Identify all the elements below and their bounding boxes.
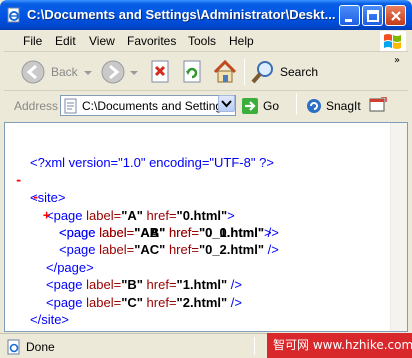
xml-close-page: </page> — [46, 259, 94, 275]
go-label: Go — [263, 99, 280, 113]
address-label: Address — [14, 99, 59, 113]
back-label: Back — [51, 65, 78, 79]
menu-edit[interactable]: Edit — [55, 34, 76, 48]
maximize-icon — [367, 10, 379, 22]
menu-bar: File Edit View Favorites Tools Help — [4, 30, 408, 52]
folder-page-icon — [64, 98, 77, 114]
menu-view[interactable]: View — [89, 34, 115, 48]
forward-arrow-icon — [101, 60, 125, 84]
xml-node-page: + <page label="AA" href="0_0.html"> — [43, 207, 272, 240]
xml-node-page: <page label="AC" href="0_2.html" /> — [59, 242, 279, 258]
xml-close-site: </site> — [30, 311, 70, 327]
maximize-button[interactable] — [362, 5, 383, 26]
toolbar-overflow-icon[interactable]: » — [394, 55, 400, 66]
back-button[interactable]: Back — [20, 57, 92, 87]
collapse-toggle[interactable]: - — [32, 189, 39, 206]
xml-node-page: <page label="B" href="1.html" /> — [46, 277, 242, 293]
search-button[interactable]: Search — [250, 57, 320, 87]
stop-icon — [151, 60, 169, 83]
refresh-icon — [183, 60, 201, 83]
page-done-icon — [7, 339, 20, 355]
xml-tree: <?xml version="1.0" encoding="UTF-8" ?> … — [5, 137, 279, 327]
address-dropdown-button[interactable] — [218, 95, 235, 112]
xml-node-page: - <page label="A" href="0.html"> — [32, 190, 235, 223]
search-label: Search — [280, 65, 319, 79]
minimize-button[interactable] — [339, 5, 360, 26]
close-button[interactable] — [385, 5, 406, 26]
window-title: C:\Documents and Settings\Administrator\… — [27, 7, 336, 22]
close-icon — [391, 11, 401, 21]
ie-page-icon — [7, 7, 20, 23]
watermark-banner: 智可网 www.hzhike.com — [267, 333, 412, 358]
chevron-down-icon — [130, 71, 138, 75]
status-text: Done — [26, 340, 55, 354]
home-icon — [213, 59, 237, 83]
stop-button[interactable] — [149, 57, 173, 87]
search-icon — [251, 61, 273, 84]
xml-node-site: - <site> — [15, 172, 66, 206]
address-bar: Address C:\Documents and Settings Go Sna… — [4, 93, 408, 119]
xml-node-page: <page label="C" href="2.html" /> — [46, 294, 242, 310]
standard-toolbar: Back Search » — [4, 53, 408, 91]
menu-help[interactable]: Help — [229, 34, 254, 48]
xml-document-view[interactable]: <?xml version="1.0" encoding="UTF-8" ?> … — [4, 122, 408, 332]
expand-toggle[interactable]: + — [43, 207, 50, 224]
snagit-label: SnagIt — [326, 99, 361, 113]
home-button[interactable] — [212, 57, 240, 87]
address-value: C:\Documents and Settings — [82, 99, 229, 113]
back-arrow-icon — [21, 60, 45, 84]
forward-button[interactable] — [100, 57, 140, 87]
address-input[interactable]: C:\Documents and Settings — [60, 95, 236, 116]
status-separator — [254, 337, 255, 355]
menu-tools[interactable]: Tools — [188, 34, 216, 48]
snagit-icon — [307, 99, 321, 113]
chevron-down-icon — [221, 100, 232, 108]
menu-file[interactable]: File — [23, 34, 42, 48]
xml-declaration: <?xml version="1.0" encoding="UTF-8" ?> — [30, 155, 274, 171]
address-separator — [296, 93, 297, 115]
minimize-icon — [345, 19, 352, 22]
capture-window-icon[interactable] — [369, 97, 387, 113]
go-arrow-icon — [242, 98, 258, 114]
title-bar[interactable]: C:\Documents and Settings\Administrator\… — [0, 0, 412, 30]
xml-node-page: <page label="AB" href="0_1.html" /> — [59, 224, 279, 240]
refresh-button[interactable] — [181, 57, 205, 87]
toolbar-separator — [244, 59, 245, 85]
menu-favorites[interactable]: Favorites — [127, 34, 176, 48]
windows-logo-icon — [380, 31, 406, 51]
vertical-scrollbar[interactable] — [390, 123, 407, 331]
chevron-down-icon — [84, 71, 92, 75]
